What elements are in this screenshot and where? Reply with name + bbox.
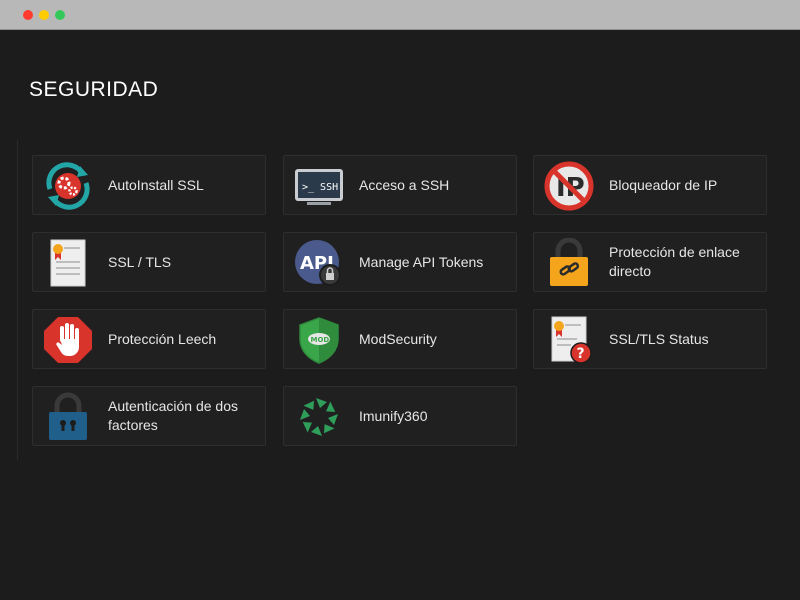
tool-card-two-factor-auth[interactable]: Autenticación de dos factores bbox=[32, 386, 266, 446]
tool-card-modsecurity[interactable]: MOD ModSecurity bbox=[283, 309, 517, 369]
tool-label: AutoInstall SSL bbox=[108, 176, 204, 193]
modsecurity-shield-icon: MOD bbox=[293, 315, 345, 365]
ip-blocker-icon: IP bbox=[543, 161, 595, 211]
tool-label: SSL / TLS bbox=[108, 253, 172, 270]
svg-text:>_ SSH: >_ SSH bbox=[302, 182, 338, 193]
link-lock-icon bbox=[543, 238, 595, 288]
stop-hand-icon bbox=[42, 315, 94, 365]
tool-card-ssl-tls-status[interactable]: ? SSL/TLS Status bbox=[533, 309, 767, 369]
imunify360-icon bbox=[293, 392, 345, 442]
tool-card-ssh-access[interactable]: >_ SSH Acceso a SSH bbox=[283, 155, 517, 215]
svg-text:MOD: MOD bbox=[311, 336, 330, 344]
tool-label: SSL/TLS Status bbox=[609, 330, 709, 347]
svg-text:?: ? bbox=[577, 346, 585, 362]
minimize-window-button[interactable] bbox=[39, 10, 49, 20]
tool-card-imunify360[interactable]: Imunify360 bbox=[283, 386, 517, 446]
tool-label: Protección de enlace directo bbox=[609, 244, 740, 279]
api-token-icon: API bbox=[293, 238, 345, 288]
maximize-window-button[interactable] bbox=[55, 10, 65, 20]
tool-label: Manage API Tokens bbox=[359, 253, 484, 270]
certificate-icon bbox=[42, 238, 94, 288]
tool-label: Bloqueador de IP bbox=[609, 176, 718, 193]
tool-card-hotlink-protection[interactable]: Protección de enlace directo bbox=[533, 232, 767, 292]
certificate-status-icon: ? bbox=[543, 315, 595, 365]
tool-card-autoinstall-ssl[interactable]: AutoInstall SSL bbox=[32, 155, 266, 215]
ssh-terminal-icon: >_ SSH bbox=[293, 161, 345, 211]
close-window-button[interactable] bbox=[23, 10, 33, 20]
tool-card-api-tokens[interactable]: API Manage API Tokens bbox=[283, 232, 517, 292]
tool-label: ModSecurity bbox=[359, 330, 437, 347]
tool-label: Protección Leech bbox=[108, 330, 217, 347]
tool-label: Acceso a SSH bbox=[359, 176, 450, 193]
tool-card-leech-protection[interactable]: Protección Leech bbox=[32, 309, 266, 369]
tool-label: Imunify360 bbox=[359, 407, 428, 424]
tool-card-ip-blocker[interactable]: IP Bloqueador de IP bbox=[533, 155, 767, 215]
padlock-icon bbox=[42, 392, 94, 442]
autoinstall-ssl-icon bbox=[42, 161, 94, 211]
section-title: SEGURIDAD bbox=[29, 78, 159, 101]
tool-card-ssl-tls[interactable]: SSL / TLS bbox=[32, 232, 266, 292]
tool-label: Autenticación de dos factores bbox=[108, 398, 238, 433]
window-titlebar bbox=[0, 0, 800, 30]
